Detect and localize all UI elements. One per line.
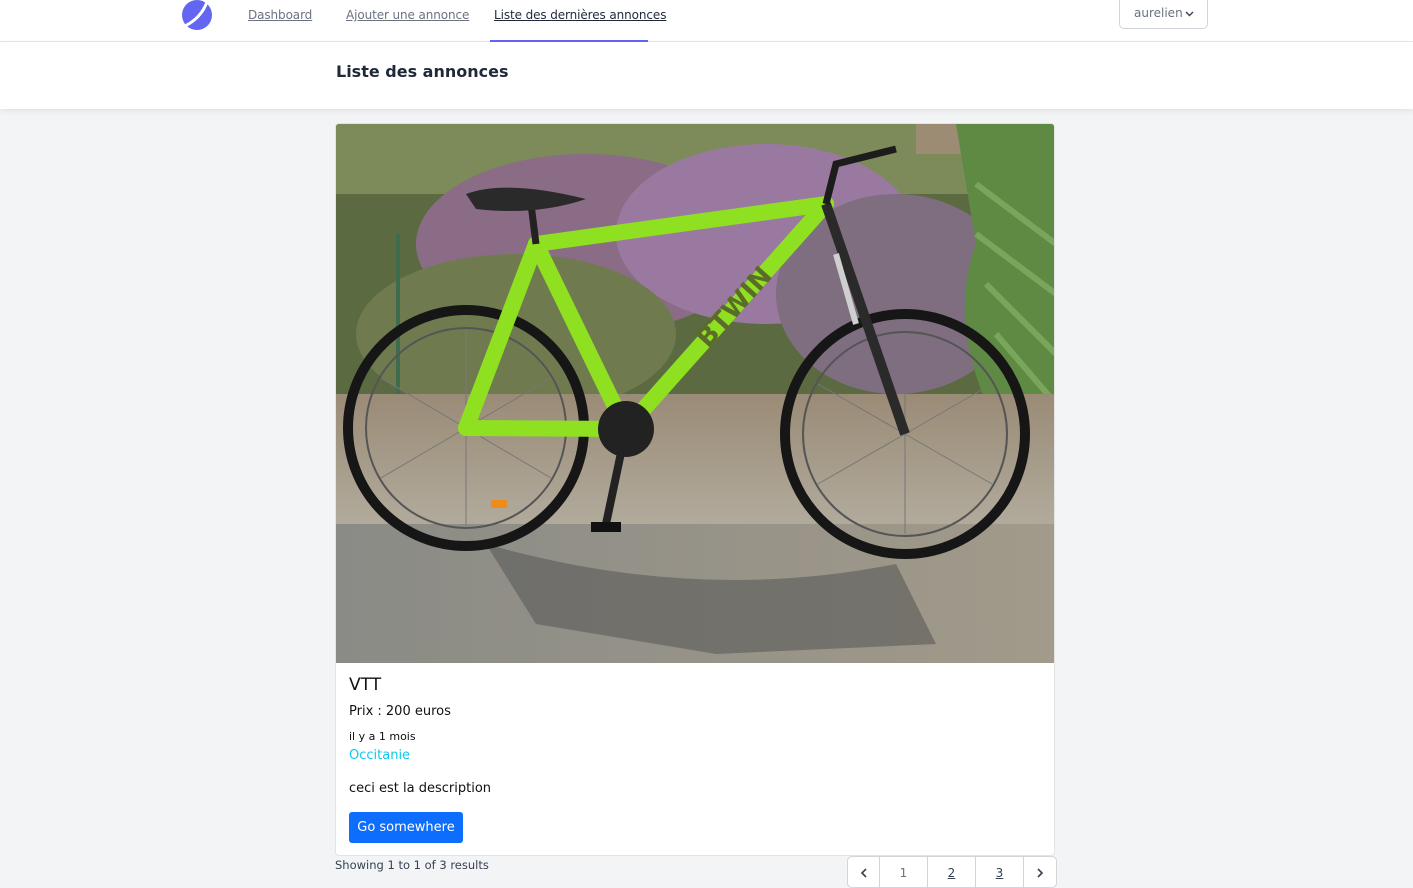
go-somewhere-button[interactable]: Go somewhere	[349, 812, 463, 843]
page-3[interactable]: 3	[976, 857, 1024, 887]
listing-time: il y a 1 mois	[349, 730, 416, 743]
listing-region[interactable]: Occitanie	[349, 748, 410, 763]
user-name: aurelien	[1134, 6, 1183, 20]
chevron-left-icon	[860, 868, 867, 878]
nav-add-listing[interactable]: Ajouter une annonce	[346, 8, 469, 22]
chevron-down-icon	[1185, 11, 1194, 17]
top-navbar: Dashboard Ajouter une annonce Liste des …	[0, 0, 1413, 42]
listing-card: BTWIN VTT Prix : 200 euros il y a 1 mois…	[335, 123, 1055, 856]
page-1[interactable]: 1	[880, 857, 928, 887]
user-menu-button[interactable]: aurelien	[1119, 0, 1208, 29]
listing-photo: BTWIN	[336, 124, 1054, 663]
results-summary: Showing 1 to 1 of 3 results	[335, 858, 489, 872]
page-header: Liste des annonces	[0, 42, 1413, 109]
pagination: 1 2 3	[847, 856, 1057, 888]
prev-page-button[interactable]	[848, 857, 880, 887]
logo-icon[interactable]	[181, 0, 213, 32]
listing-title: VTT	[349, 675, 382, 695]
nav-dashboard[interactable]: Dashboard	[248, 8, 312, 22]
listing-description: ceci est la description	[349, 781, 492, 796]
page-2[interactable]: 2	[928, 857, 976, 887]
next-page-button[interactable]	[1024, 857, 1056, 887]
nav-latest-listings[interactable]: Liste des dernières annonces	[494, 8, 666, 22]
page-title: Liste des annonces	[336, 62, 509, 81]
listing-price: Prix : 200 euros	[349, 704, 451, 719]
chevron-right-icon	[1037, 868, 1044, 878]
